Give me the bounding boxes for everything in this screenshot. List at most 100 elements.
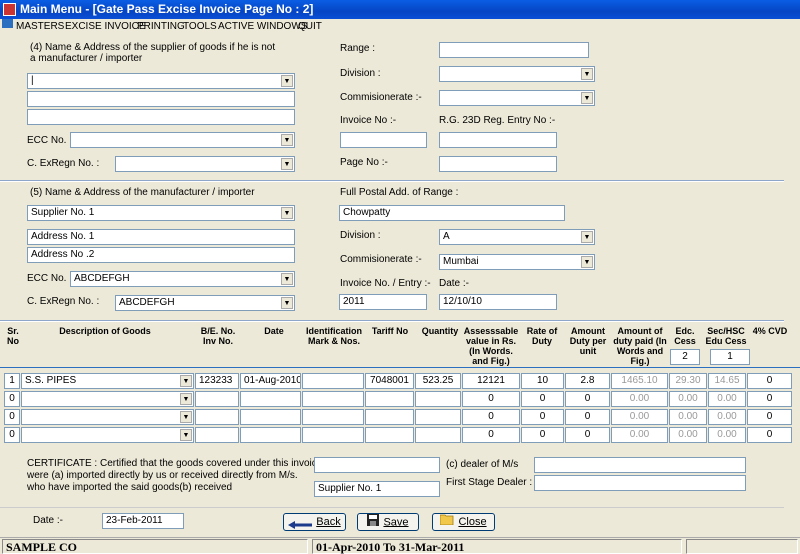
- certificate-field2[interactable]: Supplier No. 1: [314, 481, 440, 497]
- manufacturer-address1[interactable]: Address No. 1: [27, 229, 295, 245]
- close-button[interactable]: Close: [432, 513, 495, 531]
- manufacturer-postal-input[interactable]: Chowpatty: [339, 205, 565, 221]
- grid-cell-paid[interactable]: 0.00: [611, 427, 668, 443]
- grid-cell-date[interactable]: [240, 391, 301, 407]
- menu-tools[interactable]: TOOLS: [183, 19, 217, 34]
- grid-cell-amt[interactable]: 0: [565, 391, 610, 407]
- grid-cell-cvd[interactable]: 0: [747, 373, 792, 389]
- grid-cell-tariff[interactable]: [365, 409, 414, 425]
- manufacturer-ecc-combo[interactable]: ABCDEFGH ▼: [70, 271, 295, 287]
- supplier-ecc-combo[interactable]: ▼: [70, 132, 295, 148]
- menu-excise-invoice[interactable]: EXCISE INVOICE: [65, 19, 146, 34]
- grid-cell-cvd[interactable]: 0: [747, 409, 792, 425]
- grid-cell-sr[interactable]: 1: [4, 373, 20, 389]
- grid-cell-qty[interactable]: [415, 427, 461, 443]
- grid-cell-date[interactable]: [240, 409, 301, 425]
- chevron-down-icon[interactable]: ▼: [180, 411, 192, 423]
- menu-masters[interactable]: MASTERS: [16, 19, 64, 34]
- save-button[interactable]: Save: [357, 513, 419, 531]
- grid-cell-edc[interactable]: 0.00: [669, 427, 707, 443]
- grid-cell-cvd[interactable]: 0: [747, 391, 792, 407]
- manufacturer-division-combo[interactable]: A ▼: [439, 229, 595, 245]
- grid-cell-desc[interactable]: ▼: [21, 409, 194, 425]
- chevron-down-icon[interactable]: ▼: [581, 256, 593, 268]
- supplier-division-combo[interactable]: ▼: [439, 66, 595, 82]
- supplier-name-combo[interactable]: | ▼: [27, 73, 295, 89]
- menu-active-windows[interactable]: ACTIVE WINDOWS: [218, 19, 307, 34]
- grid-cell-ident[interactable]: [302, 373, 364, 389]
- menu-printing[interactable]: PRINTING: [137, 19, 185, 34]
- back-button[interactable]: Back: [283, 513, 346, 531]
- grid-cell-be[interactable]: [195, 409, 239, 425]
- grid-cell-amt[interactable]: 0: [565, 427, 610, 443]
- dealer-input[interactable]: [534, 457, 746, 473]
- chevron-down-icon[interactable]: ▼: [581, 92, 593, 104]
- grid-cell-paid[interactable]: 1465.10: [611, 373, 668, 389]
- grid-cell-cvd[interactable]: 0: [747, 427, 792, 443]
- chevron-down-icon[interactable]: ▼: [581, 231, 593, 243]
- grid-cell-ident[interactable]: [302, 427, 364, 443]
- manufacturer-invoice-input[interactable]: 2011: [339, 294, 427, 310]
- grid-cell-desc[interactable]: ▼: [21, 391, 194, 407]
- grid-cell-sec[interactable]: 0.00: [708, 409, 746, 425]
- grid-cell-edc[interactable]: 0.00: [669, 391, 707, 407]
- grid-cell-sr[interactable]: 0: [4, 427, 20, 443]
- grid-cell-be[interactable]: [195, 391, 239, 407]
- grid-cell-assess[interactable]: 0: [462, 409, 520, 425]
- grid-cell-rate[interactable]: 0: [521, 409, 564, 425]
- edc-rate-input[interactable]: 2: [670, 349, 700, 365]
- grid-cell-ident[interactable]: [302, 391, 364, 407]
- grid-cell-assess[interactable]: 0: [462, 427, 520, 443]
- grid-cell-qty[interactable]: [415, 409, 461, 425]
- grid-cell-desc[interactable]: ▼: [21, 427, 194, 443]
- chevron-down-icon[interactable]: ▼: [180, 393, 192, 405]
- grid-cell-sr[interactable]: 0: [4, 391, 20, 407]
- grid-cell-tariff[interactable]: [365, 391, 414, 407]
- supplier-address1[interactable]: [27, 91, 295, 107]
- manufacturer-address2[interactable]: Address No .2: [27, 247, 295, 263]
- manufacturer-cexregn-combo[interactable]: ABCDEFGH ▼: [115, 295, 295, 311]
- grid-cell-sec[interactable]: 14.65: [708, 373, 746, 389]
- chevron-down-icon[interactable]: ▼: [281, 207, 293, 219]
- grid-cell-edc[interactable]: 0.00: [669, 409, 707, 425]
- chevron-down-icon[interactable]: ▼: [281, 158, 293, 170]
- grid-cell-sec[interactable]: 0.00: [708, 427, 746, 443]
- grid-cell-be[interactable]: [195, 427, 239, 443]
- chevron-down-icon[interactable]: ▼: [281, 273, 293, 285]
- grid-cell-desc[interactable]: S.S. PIPES ▼: [21, 373, 194, 389]
- grid-cell-qty[interactable]: 523.25: [415, 373, 461, 389]
- chevron-down-icon[interactable]: ▼: [581, 68, 593, 80]
- supplier-cexregn-combo[interactable]: ▼: [115, 156, 295, 172]
- grid-cell-rate[interactable]: 0: [521, 427, 564, 443]
- manufacturer-date-input[interactable]: 12/10/10: [439, 294, 557, 310]
- manufacturer-commissionerate-combo[interactable]: Mumbai ▼: [439, 254, 595, 270]
- manufacturer-name-combo[interactable]: Supplier No. 1 ▼: [27, 205, 295, 221]
- supplier-pageno-input[interactable]: [439, 156, 557, 172]
- grid-cell-amt[interactable]: 2.8: [565, 373, 610, 389]
- grid-cell-assess[interactable]: 0: [462, 391, 520, 407]
- grid-cell-sr[interactable]: 0: [4, 409, 20, 425]
- supplier-commissionerate-combo[interactable]: ▼: [439, 90, 595, 106]
- supplier-invoice-input[interactable]: [340, 132, 427, 148]
- supplier-address2[interactable]: [27, 109, 295, 125]
- grid-cell-ident[interactable]: [302, 409, 364, 425]
- chevron-down-icon[interactable]: ▼: [281, 297, 293, 309]
- chevron-down-icon[interactable]: ▼: [281, 75, 293, 87]
- grid-cell-paid[interactable]: 0.00: [611, 391, 668, 407]
- grid-cell-tariff[interactable]: [365, 427, 414, 443]
- grid-cell-paid[interactable]: 0.00: [611, 409, 668, 425]
- grid-cell-date[interactable]: [240, 427, 301, 443]
- grid-cell-edc[interactable]: 29.30: [669, 373, 707, 389]
- grid-cell-amt[interactable]: 0: [565, 409, 610, 425]
- chevron-down-icon[interactable]: ▼: [180, 429, 192, 441]
- grid-cell-qty[interactable]: [415, 391, 461, 407]
- certificate-field1[interactable]: [314, 457, 440, 473]
- supplier-rg23d-input[interactable]: [439, 132, 557, 148]
- grid-cell-be[interactable]: 123233: [195, 373, 239, 389]
- grid-cell-sec[interactable]: 0.00: [708, 391, 746, 407]
- grid-cell-tariff[interactable]: 7048001: [365, 373, 414, 389]
- grid-cell-rate[interactable]: 0: [521, 391, 564, 407]
- chevron-down-icon[interactable]: ▼: [180, 375, 192, 387]
- grid-cell-assess[interactable]: 12121: [462, 373, 520, 389]
- supplier-range-input[interactable]: [439, 42, 589, 58]
